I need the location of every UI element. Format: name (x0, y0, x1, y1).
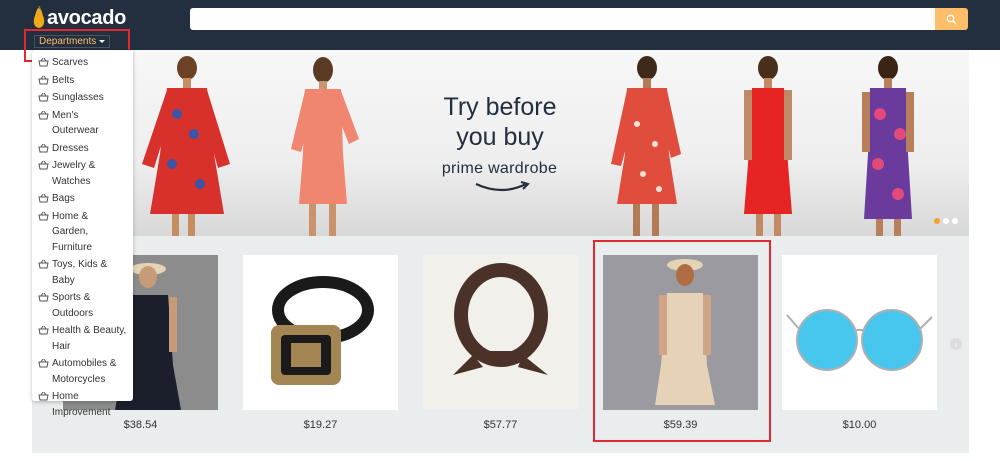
model-red-dress (744, 56, 792, 236)
product-image (423, 255, 578, 410)
model-floral-wrap-dress (611, 56, 681, 236)
product-image (243, 255, 398, 410)
basket-icon (38, 260, 49, 269)
model-red-floral-dress (142, 56, 230, 236)
product-image (782, 255, 937, 410)
carousel-dot[interactable] (934, 218, 940, 224)
chevron-right-icon[interactable]: › (950, 338, 962, 350)
basket-icon (38, 194, 49, 203)
product-card-silk-scarf[interactable] (423, 255, 578, 410)
dept-item-toys-kids-baby[interactable]: Toys, Kids & Baby (32, 257, 133, 288)
dept-item-sunglasses[interactable]: Sunglasses (32, 90, 133, 106)
product-price: $57.77 (483, 419, 518, 431)
model-purple-floral-dress (862, 56, 914, 236)
dept-item-label: Bags (52, 193, 75, 204)
dept-item-home-garden[interactable]: Home & Garden, Furniture (32, 209, 133, 256)
basket-icon (38, 75, 49, 84)
dept-item-label: Toys, Kids & Baby (52, 259, 108, 286)
dept-item-scarves[interactable]: Scarves (32, 55, 133, 71)
search-icon (946, 14, 957, 25)
basket-icon (38, 359, 49, 368)
basket-icon (38, 143, 49, 152)
basket-icon (38, 392, 49, 401)
dept-item-belts[interactable]: Belts (32, 73, 133, 89)
search-button[interactable] (935, 8, 968, 30)
basket-icon (38, 211, 49, 220)
product-price: $38.54 (123, 419, 158, 431)
dept-item-label: Automobiles & Motorcycles (52, 358, 117, 385)
product-price: $10.00 (842, 419, 877, 431)
dept-item-label: Home Improvement (52, 391, 111, 418)
departments-dropdown: Scarves Belts Sunglasses Men's Outerwear… (32, 50, 133, 418)
search-input[interactable] (190, 8, 935, 30)
basket-icon (38, 161, 49, 170)
product-highlight-box (593, 240, 771, 442)
dept-item-jewelry-watches[interactable]: Jewelry & Watches (32, 158, 133, 189)
product-card-leather-belt[interactable] (243, 255, 398, 410)
site-logo[interactable]: avocado (32, 5, 126, 31)
hero-title: Try before you buy (443, 93, 557, 151)
dept-item-label: Dresses (52, 142, 89, 154)
dept-item-dresses[interactable]: Dresses (32, 141, 133, 157)
dept-item-health-beauty[interactable]: Health & Beauty, Hair (32, 323, 133, 354)
product-card-round-sunglasses[interactable] (782, 255, 937, 410)
carousel-dot[interactable] (943, 218, 949, 224)
carousel-dot[interactable] (952, 218, 958, 224)
dept-item-bags[interactable]: Bags (32, 191, 133, 207)
avocado-icon (33, 6, 45, 28)
basket-icon (38, 93, 49, 102)
model-coral-dress (291, 57, 359, 236)
dept-item-label: Men's Outerwear (52, 109, 99, 137)
dept-item-label: Sports & Outdoors (52, 292, 94, 319)
dept-item-label: Jewelry & Watches (52, 160, 96, 187)
basket-icon (38, 58, 49, 67)
logo-text: avocado (47, 6, 127, 29)
dept-item-label: Home & Garden, Furniture (52, 210, 93, 253)
top-navigation-bar: avocado Departments (0, 0, 1000, 50)
basket-icon (38, 293, 49, 302)
dept-item-label: Sunglasses (52, 92, 104, 103)
basket-icon (38, 110, 49, 119)
dept-item-automobiles[interactable]: Automobiles & Motorcycles (32, 356, 133, 387)
dept-item-label: Health & Beauty, Hair (52, 325, 127, 352)
dept-item-label: Belts (52, 74, 75, 86)
dept-item-label: Scarves (52, 57, 89, 68)
dept-item-mens-outerwear[interactable]: Men's Outerwear (32, 108, 133, 139)
carousel-dots (934, 218, 958, 224)
hero-brand: prime wardrobe (441, 160, 558, 177)
basket-icon (38, 326, 49, 335)
product-price: $19.27 (303, 419, 338, 431)
hero-banner[interactable]: Try before you buy prime wardrobe (32, 50, 969, 236)
smile-arrow-icon (475, 181, 530, 192)
dept-item-home-improvement[interactable]: Home Improvement (32, 389, 133, 420)
dept-item-sports-outdoors[interactable]: Sports & Outdoors (32, 290, 133, 321)
